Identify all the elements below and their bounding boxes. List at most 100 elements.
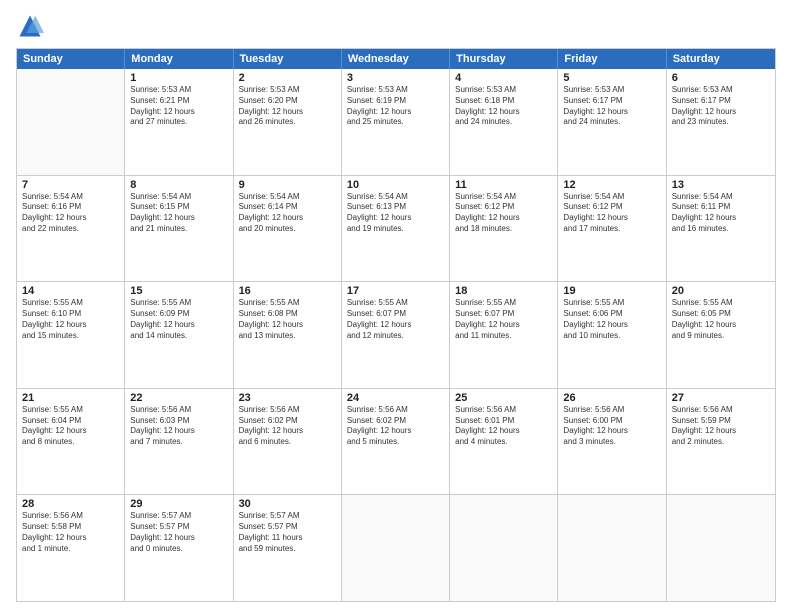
day-number: 18 bbox=[455, 285, 552, 297]
calendar-row: 1Sunrise: 5:53 AM Sunset: 6:21 PM Daylig… bbox=[17, 69, 775, 175]
calendar-cell: 1Sunrise: 5:53 AM Sunset: 6:21 PM Daylig… bbox=[125, 69, 233, 175]
calendar-cell bbox=[342, 495, 450, 601]
calendar-cell: 20Sunrise: 5:55 AM Sunset: 6:05 PM Dayli… bbox=[667, 282, 775, 388]
calendar-row: 28Sunrise: 5:56 AM Sunset: 5:58 PM Dayli… bbox=[17, 494, 775, 601]
calendar: SundayMondayTuesdayWednesdayThursdayFrid… bbox=[16, 48, 776, 602]
day-header-monday: Monday bbox=[125, 49, 233, 69]
day-number: 15 bbox=[130, 285, 227, 297]
calendar-cell bbox=[450, 495, 558, 601]
day-info: Sunrise: 5:56 AM Sunset: 5:58 PM Dayligh… bbox=[22, 511, 119, 554]
day-info: Sunrise: 5:55 AM Sunset: 6:07 PM Dayligh… bbox=[347, 298, 444, 341]
day-number: 16 bbox=[239, 285, 336, 297]
calendar-cell: 24Sunrise: 5:56 AM Sunset: 6:02 PM Dayli… bbox=[342, 389, 450, 495]
calendar-cell: 23Sunrise: 5:56 AM Sunset: 6:02 PM Dayli… bbox=[234, 389, 342, 495]
day-number: 10 bbox=[347, 179, 444, 191]
calendar-cell: 15Sunrise: 5:55 AM Sunset: 6:09 PM Dayli… bbox=[125, 282, 233, 388]
day-number: 11 bbox=[455, 179, 552, 191]
calendar-cell: 16Sunrise: 5:55 AM Sunset: 6:08 PM Dayli… bbox=[234, 282, 342, 388]
calendar-cell: 5Sunrise: 5:53 AM Sunset: 6:17 PM Daylig… bbox=[558, 69, 666, 175]
day-number: 5 bbox=[563, 72, 660, 84]
day-info: Sunrise: 5:55 AM Sunset: 6:04 PM Dayligh… bbox=[22, 405, 119, 448]
calendar-row: 7Sunrise: 5:54 AM Sunset: 6:16 PM Daylig… bbox=[17, 175, 775, 282]
day-info: Sunrise: 5:55 AM Sunset: 6:08 PM Dayligh… bbox=[239, 298, 336, 341]
calendar-cell: 26Sunrise: 5:56 AM Sunset: 6:00 PM Dayli… bbox=[558, 389, 666, 495]
day-header-friday: Friday bbox=[558, 49, 666, 69]
calendar-cell: 28Sunrise: 5:56 AM Sunset: 5:58 PM Dayli… bbox=[17, 495, 125, 601]
calendar-cell bbox=[558, 495, 666, 601]
day-number: 20 bbox=[672, 285, 770, 297]
day-info: Sunrise: 5:56 AM Sunset: 6:02 PM Dayligh… bbox=[347, 405, 444, 448]
day-info: Sunrise: 5:56 AM Sunset: 6:01 PM Dayligh… bbox=[455, 405, 552, 448]
day-info: Sunrise: 5:56 AM Sunset: 6:00 PM Dayligh… bbox=[563, 405, 660, 448]
day-number: 1 bbox=[130, 72, 227, 84]
day-number: 25 bbox=[455, 392, 552, 404]
day-info: Sunrise: 5:55 AM Sunset: 6:09 PM Dayligh… bbox=[130, 298, 227, 341]
day-info: Sunrise: 5:57 AM Sunset: 5:57 PM Dayligh… bbox=[239, 511, 336, 554]
logo bbox=[16, 12, 48, 40]
calendar-cell: 30Sunrise: 5:57 AM Sunset: 5:57 PM Dayli… bbox=[234, 495, 342, 601]
day-info: Sunrise: 5:53 AM Sunset: 6:19 PM Dayligh… bbox=[347, 85, 444, 128]
day-number: 13 bbox=[672, 179, 770, 191]
calendar-cell: 4Sunrise: 5:53 AM Sunset: 6:18 PM Daylig… bbox=[450, 69, 558, 175]
day-number: 21 bbox=[22, 392, 119, 404]
calendar-cell: 3Sunrise: 5:53 AM Sunset: 6:19 PM Daylig… bbox=[342, 69, 450, 175]
day-info: Sunrise: 5:53 AM Sunset: 6:20 PM Dayligh… bbox=[239, 85, 336, 128]
day-info: Sunrise: 5:57 AM Sunset: 5:57 PM Dayligh… bbox=[130, 511, 227, 554]
day-number: 6 bbox=[672, 72, 770, 84]
day-info: Sunrise: 5:53 AM Sunset: 6:21 PM Dayligh… bbox=[130, 85, 227, 128]
day-number: 4 bbox=[455, 72, 552, 84]
calendar-cell: 6Sunrise: 5:53 AM Sunset: 6:17 PM Daylig… bbox=[667, 69, 775, 175]
day-number: 17 bbox=[347, 285, 444, 297]
day-info: Sunrise: 5:56 AM Sunset: 6:02 PM Dayligh… bbox=[239, 405, 336, 448]
day-header-saturday: Saturday bbox=[667, 49, 775, 69]
calendar-cell: 14Sunrise: 5:55 AM Sunset: 6:10 PM Dayli… bbox=[17, 282, 125, 388]
day-info: Sunrise: 5:55 AM Sunset: 6:06 PM Dayligh… bbox=[563, 298, 660, 341]
day-header-thursday: Thursday bbox=[450, 49, 558, 69]
calendar-cell: 2Sunrise: 5:53 AM Sunset: 6:20 PM Daylig… bbox=[234, 69, 342, 175]
calendar-cell: 13Sunrise: 5:54 AM Sunset: 6:11 PM Dayli… bbox=[667, 176, 775, 282]
calendar-cell: 10Sunrise: 5:54 AM Sunset: 6:13 PM Dayli… bbox=[342, 176, 450, 282]
calendar-cell: 27Sunrise: 5:56 AM Sunset: 5:59 PM Dayli… bbox=[667, 389, 775, 495]
day-number: 24 bbox=[347, 392, 444, 404]
calendar-cell: 8Sunrise: 5:54 AM Sunset: 6:15 PM Daylig… bbox=[125, 176, 233, 282]
day-number: 9 bbox=[239, 179, 336, 191]
header bbox=[16, 12, 776, 40]
calendar-cell: 29Sunrise: 5:57 AM Sunset: 5:57 PM Dayli… bbox=[125, 495, 233, 601]
calendar-row: 21Sunrise: 5:55 AM Sunset: 6:04 PM Dayli… bbox=[17, 388, 775, 495]
logo-icon bbox=[16, 12, 44, 40]
day-info: Sunrise: 5:55 AM Sunset: 6:05 PM Dayligh… bbox=[672, 298, 770, 341]
day-info: Sunrise: 5:54 AM Sunset: 6:15 PM Dayligh… bbox=[130, 192, 227, 235]
calendar-cell bbox=[667, 495, 775, 601]
day-number: 8 bbox=[130, 179, 227, 191]
day-info: Sunrise: 5:56 AM Sunset: 5:59 PM Dayligh… bbox=[672, 405, 770, 448]
day-info: Sunrise: 5:54 AM Sunset: 6:13 PM Dayligh… bbox=[347, 192, 444, 235]
calendar-cell: 25Sunrise: 5:56 AM Sunset: 6:01 PM Dayli… bbox=[450, 389, 558, 495]
calendar-body: 1Sunrise: 5:53 AM Sunset: 6:21 PM Daylig… bbox=[17, 69, 775, 601]
calendar-cell: 19Sunrise: 5:55 AM Sunset: 6:06 PM Dayli… bbox=[558, 282, 666, 388]
day-header-tuesday: Tuesday bbox=[234, 49, 342, 69]
day-number: 28 bbox=[22, 498, 119, 510]
day-info: Sunrise: 5:53 AM Sunset: 6:18 PM Dayligh… bbox=[455, 85, 552, 128]
day-number: 7 bbox=[22, 179, 119, 191]
calendar-cell: 22Sunrise: 5:56 AM Sunset: 6:03 PM Dayli… bbox=[125, 389, 233, 495]
day-number: 29 bbox=[130, 498, 227, 510]
day-number: 22 bbox=[130, 392, 227, 404]
page: SundayMondayTuesdayWednesdayThursdayFrid… bbox=[0, 0, 792, 612]
day-info: Sunrise: 5:54 AM Sunset: 6:12 PM Dayligh… bbox=[563, 192, 660, 235]
calendar-cell bbox=[17, 69, 125, 175]
day-number: 23 bbox=[239, 392, 336, 404]
day-info: Sunrise: 5:54 AM Sunset: 6:16 PM Dayligh… bbox=[22, 192, 119, 235]
day-number: 12 bbox=[563, 179, 660, 191]
calendar-header: SundayMondayTuesdayWednesdayThursdayFrid… bbox=[17, 49, 775, 69]
day-number: 30 bbox=[239, 498, 336, 510]
day-info: Sunrise: 5:54 AM Sunset: 6:12 PM Dayligh… bbox=[455, 192, 552, 235]
day-header-wednesday: Wednesday bbox=[342, 49, 450, 69]
day-info: Sunrise: 5:56 AM Sunset: 6:03 PM Dayligh… bbox=[130, 405, 227, 448]
day-number: 3 bbox=[347, 72, 444, 84]
day-number: 27 bbox=[672, 392, 770, 404]
day-number: 26 bbox=[563, 392, 660, 404]
calendar-row: 14Sunrise: 5:55 AM Sunset: 6:10 PM Dayli… bbox=[17, 281, 775, 388]
day-info: Sunrise: 5:54 AM Sunset: 6:11 PM Dayligh… bbox=[672, 192, 770, 235]
calendar-cell: 21Sunrise: 5:55 AM Sunset: 6:04 PM Dayli… bbox=[17, 389, 125, 495]
calendar-cell: 9Sunrise: 5:54 AM Sunset: 6:14 PM Daylig… bbox=[234, 176, 342, 282]
